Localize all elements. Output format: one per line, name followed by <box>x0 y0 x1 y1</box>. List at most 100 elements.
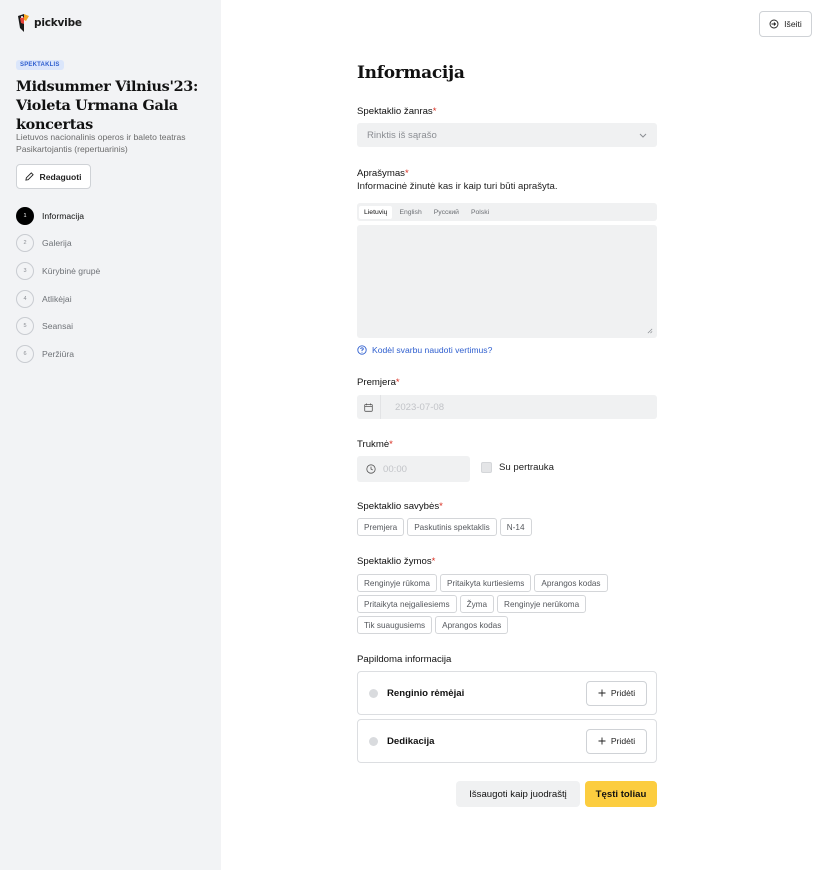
chevron-down-icon <box>639 133 647 138</box>
duration-label-text: Trukmė <box>357 439 390 450</box>
duration-input[interactable]: 00:00 <box>357 456 470 482</box>
pencil-icon <box>25 172 35 181</box>
translation-help-link[interactable]: Kodėl svarbu naudoti vertimus? <box>357 345 492 355</box>
intermission-checkbox[interactable] <box>481 462 492 473</box>
event-venue: Lietuvos nacionalinis operos ir baleto t… <box>16 131 186 155</box>
toucan-logo-icon <box>18 14 29 32</box>
step-label: Galerija <box>42 238 72 249</box>
event-type-badge: SPEKTAKLIS <box>16 60 64 70</box>
tags-chip-group: Renginyje rūkoma Pritaikyta kurtiesiems … <box>357 574 657 634</box>
tab-polski[interactable]: Polski <box>466 206 494 219</box>
tags-label: Spektaklio žymos* <box>357 556 435 567</box>
step-number: 1 <box>16 206 34 225</box>
page-title: Informacija <box>357 63 465 83</box>
continue-button[interactable]: Tęsti toliau <box>585 781 657 807</box>
chip[interactable]: Aprangos kodas <box>435 616 509 634</box>
sign-out-icon <box>769 19 779 29</box>
step-label: Informacija <box>42 210 85 221</box>
required-mark: * <box>404 168 409 179</box>
required-mark: * <box>395 377 400 388</box>
genre-placeholder: Rinktis iš sąrašo <box>367 129 437 141</box>
step-perziura[interactable]: 6 Peržiūra <box>16 340 100 368</box>
required-mark: * <box>389 439 393 450</box>
features-chip-group: Premjera Paskutinis spektaklis N-14 <box>357 518 657 536</box>
plus-icon <box>598 689 606 697</box>
question-circle-icon <box>357 345 367 355</box>
required-mark: * <box>432 106 437 117</box>
chip[interactable]: Pritaikyta neįgaliesiems <box>357 595 457 613</box>
edit-button[interactable]: Redaguoti <box>16 164 91 189</box>
required-mark: * <box>431 556 436 567</box>
dedication-card-title: Dedikacija <box>369 736 434 747</box>
chip[interactable]: Renginyje rūkoma <box>357 574 437 592</box>
logout-button[interactable]: Išeiti <box>759 11 812 37</box>
step-number: 5 <box>16 317 34 336</box>
step-label: Seansai <box>42 321 74 332</box>
chip[interactable]: Paskutinis spektaklis <box>407 518 497 536</box>
tab-english[interactable]: English <box>394 206 426 219</box>
description-hint: Informacinė žinutė kas ir kaip turi būti… <box>357 181 558 192</box>
step-number: 3 <box>16 261 34 280</box>
step-number: 6 <box>16 344 34 363</box>
tab-russian[interactable]: Русский <box>429 206 464 219</box>
required-mark: * <box>439 501 443 512</box>
step-atlikejai[interactable]: 4 Atlikėjai <box>16 285 100 313</box>
features-label: Spektaklio savybės* <box>357 501 443 512</box>
features-label-text: Spektaklio savybės <box>357 501 440 512</box>
intermission-checkbox-group[interactable]: Su pertrauka <box>481 462 554 473</box>
save-draft-button[interactable]: Išsaugoti kaip juodraštį <box>456 781 580 807</box>
sponsors-card: Renginio rėmėjai Pridėti <box>357 671 657 715</box>
add-sponsor-button[interactable]: Pridėti <box>586 680 647 706</box>
add-button-label: Pridėti <box>610 688 636 698</box>
plus-icon <box>598 737 606 745</box>
edit-button-label: Redaguoti <box>39 171 82 182</box>
step-galerija[interactable]: 2 Galerija <box>16 230 100 258</box>
clock-icon <box>366 464 376 474</box>
chip[interactable]: Tik suaugusiems <box>357 616 433 634</box>
additional-info-label: Papildoma informacija <box>357 654 452 665</box>
chip[interactable]: Aprangos kodas <box>534 574 608 592</box>
language-tabs: Lietuvių English Русский Polski <box>357 203 657 221</box>
venue-name: Lietuvos nacionalinis operos ir baleto t… <box>16 132 186 142</box>
duration-label: Trukmė* <box>357 439 393 450</box>
chip[interactable]: N-14 <box>499 518 532 536</box>
add-button-label: Pridėti <box>610 736 636 746</box>
chip[interactable]: Pritaikyta kurtiesiems <box>440 574 532 592</box>
tags-label-text: Spektaklio žymos <box>357 556 432 567</box>
sponsors-icon <box>369 688 378 698</box>
event-title: Midsummer Vilnius'23: Violeta Urmana Gal… <box>16 78 199 133</box>
sponsors-card-title: Renginio rėmėjai <box>369 688 464 699</box>
step-label: Kūrybinė grupė <box>42 265 101 276</box>
premiere-label-text: Premjera <box>357 377 396 388</box>
premiere-date-field[interactable]: 2023-07-08 <box>357 395 657 419</box>
brand-name: pickvibe <box>34 17 82 29</box>
genre-label-text: Spektaklio žanras <box>357 106 433 117</box>
duration-placeholder: 00:00 <box>383 463 408 475</box>
genre-select[interactable]: Rinktis iš sąrašo <box>357 123 657 147</box>
intermission-label: Su pertrauka <box>499 462 554 473</box>
calendar-button[interactable] <box>357 395 381 419</box>
step-seansai[interactable]: 5 Seansai <box>16 312 100 340</box>
step-number: 4 <box>16 289 34 308</box>
resize-handle-icon[interactable] <box>647 328 653 334</box>
dedication-card: Dedikacija Pridėti <box>357 719 657 763</box>
step-label: Peržiūra <box>42 348 74 359</box>
brand-logo[interactable]: pickvibe <box>16 12 82 34</box>
calendar-icon <box>364 403 373 412</box>
step-kurybine-grupe[interactable]: 3 Kūrybinė grupė <box>16 257 100 285</box>
step-informacija[interactable]: 1 Informacija <box>16 202 100 230</box>
description-textarea[interactable] <box>357 225 657 338</box>
chip[interactable]: Žyma <box>459 595 495 613</box>
help-link-text: Kodėl svarbu naudoti vertimus? <box>372 345 493 355</box>
sidebar: pickvibe SPEKTAKLIS Midsummer Vilnius'23… <box>0 0 221 870</box>
chip[interactable]: Renginyje nerūkoma <box>497 595 587 613</box>
logout-label: Išeiti <box>784 19 802 29</box>
description-label-text: Aprašymas <box>357 168 405 179</box>
dedication-label: Dedikacija <box>387 735 435 747</box>
step-number: 2 <box>16 234 34 253</box>
tab-lietuviu[interactable]: Lietuvių <box>359 205 393 219</box>
dedication-icon <box>369 736 378 746</box>
chip[interactable]: Premjera <box>357 518 405 536</box>
premiere-date-input[interactable]: 2023-07-08 <box>381 395 657 419</box>
add-dedication-button[interactable]: Pridėti <box>586 728 647 754</box>
